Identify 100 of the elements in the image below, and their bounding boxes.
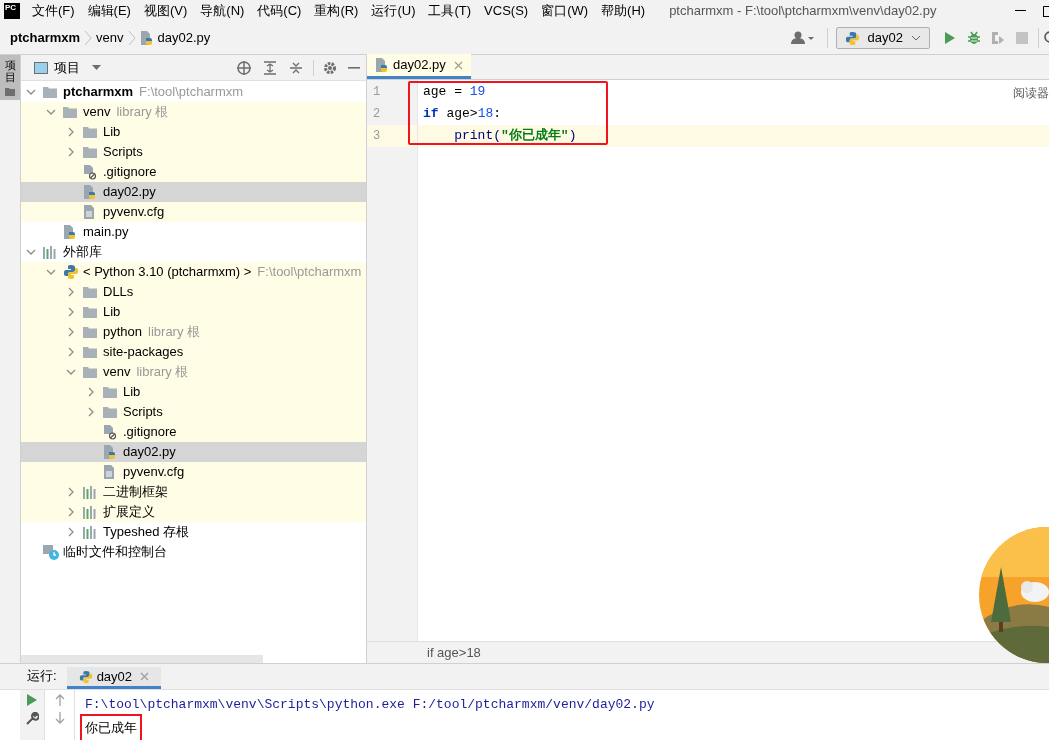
- chevron-down-icon[interactable]: [26, 87, 36, 97]
- tree-item[interactable]: .gitignore: [21, 162, 366, 182]
- menu-item[interactable]: 窗口(W): [541, 1, 589, 21]
- tree-item-label: main.py: [83, 223, 129, 242]
- menu-item[interactable]: 编辑(E): [87, 1, 131, 21]
- tree-item-label: pyvenv.cfg: [123, 463, 185, 482]
- horizontal-scrollbar[interactable]: [21, 655, 263, 663]
- app-logo: PC: [4, 3, 20, 19]
- chevron-down-icon[interactable]: [46, 107, 56, 117]
- tree-item-label: < Python 3.10 (ptcharmxm) >: [83, 263, 252, 282]
- tree-item-label: python: [103, 323, 143, 342]
- menu-item[interactable]: 文件(F): [32, 1, 75, 21]
- tree-item[interactable]: python library 根: [21, 322, 366, 342]
- tree-item[interactable]: Lib: [21, 382, 366, 402]
- chevron-right-icon[interactable]: [66, 347, 76, 357]
- arrow-up-icon[interactable]: [54, 694, 65, 706]
- text-file-icon: [83, 204, 95, 220]
- user-menu-button[interactable]: [790, 31, 815, 45]
- folder-icon: [83, 346, 97, 358]
- chevron-right-icon[interactable]: [66, 507, 76, 517]
- tree-item-label: .gitignore: [123, 423, 177, 442]
- tree-item-label: Typeshed 存根: [103, 523, 189, 542]
- line-number: 1: [373, 84, 381, 101]
- project-side-tab[interactable]: 项目: [0, 55, 20, 101]
- code-breadcrumb[interactable]: if age>18: [427, 642, 481, 663]
- minimize-icon: [1014, 10, 1026, 12]
- wrench-icon[interactable]: [25, 712, 39, 725]
- folder-icon: [5, 87, 15, 97]
- library-icon: [83, 525, 98, 539]
- tree-item[interactable]: site-packages: [21, 342, 366, 362]
- menu-item[interactable]: 导航(N): [200, 1, 245, 21]
- rerun-icon[interactable]: [27, 694, 37, 706]
- python-logo-icon: [63, 264, 79, 280]
- chevron-right-icon[interactable]: [66, 527, 76, 537]
- breadcrumb-item[interactable]: ptcharmxm: [10, 28, 81, 48]
- tree-item[interactable]: 扩展定义: [21, 502, 366, 522]
- chevron-right-icon[interactable]: [86, 387, 96, 397]
- play-icon: [944, 31, 956, 45]
- panel-title-dropdown[interactable]: 项目: [54, 57, 101, 78]
- chevron-down-icon[interactable]: [46, 267, 56, 277]
- tree-item-label: venv: [83, 103, 111, 122]
- chevron-down-icon[interactable]: [26, 247, 36, 257]
- chevron-right-icon[interactable]: [86, 407, 96, 417]
- breadcrumb-item[interactable]: venv: [96, 28, 124, 48]
- tree-item-hint: F:\tool\ptcharmxm: [139, 83, 244, 102]
- menu-item[interactable]: 帮助(H): [601, 1, 646, 21]
- tree-item-label: pyvenv.cfg: [103, 203, 165, 222]
- code-text: if age>18:: [423, 105, 502, 124]
- run-configuration-dropdown[interactable]: day02: [835, 27, 930, 49]
- tree-item[interactable]: venv library 根: [21, 362, 366, 382]
- tree-item-hint: library 根: [116, 103, 169, 122]
- tree-item[interactable]: Scripts: [21, 142, 366, 162]
- menu-item[interactable]: 运行(U): [371, 1, 416, 21]
- python-logo-icon: [844, 30, 860, 46]
- search-icon[interactable]: [1043, 31, 1049, 45]
- chevron-right-icon[interactable]: [66, 147, 76, 157]
- tree-item-label: 二进制框架: [103, 483, 168, 502]
- chevron-right-icon[interactable]: [66, 287, 76, 297]
- window-title: ptcharmxm - F:\tool\ptcharmxm\venv\day02.py: [669, 2, 937, 21]
- reader-mode-link[interactable]: 阅读器: [1013, 84, 1049, 102]
- menu-item[interactable]: 视图(V): [143, 1, 188, 21]
- tree-item[interactable]: venv library 根: [21, 102, 366, 122]
- menu-item[interactable]: 重构(R): [314, 1, 359, 21]
- tree-item-label: .gitignore: [103, 163, 157, 182]
- line-number: 2: [373, 106, 381, 123]
- chevron-right-icon[interactable]: [66, 127, 76, 137]
- tree-item[interactable]: Lib: [21, 302, 366, 322]
- tree-item[interactable]: .gitignore: [21, 422, 366, 442]
- stop-icon: [1016, 32, 1028, 44]
- tree-item[interactable]: day02.py: [21, 442, 366, 462]
- tree-item[interactable]: < Python 3.10 (ptcharmxm) > F:\tool\ptcharmxm: [21, 262, 366, 282]
- tree-item[interactable]: pyvenv.cfg: [21, 462, 366, 482]
- code-text: print("你已成年"): [453, 127, 577, 146]
- editor-tab[interactable]: day02.py: [367, 54, 471, 79]
- close-icon[interactable]: [140, 672, 150, 681]
- chevron-down-icon[interactable]: [66, 367, 76, 377]
- tree-item[interactable]: 二进制框架: [21, 482, 366, 502]
- text-file-icon: [103, 464, 115, 480]
- folder-icon: [83, 326, 97, 338]
- chevron-right-icon[interactable]: [66, 327, 76, 337]
- breadcrumb-separator-icon: [127, 30, 136, 46]
- menu-item[interactable]: 代码(C): [257, 1, 302, 21]
- chevron-down-icon: [911, 35, 921, 41]
- tree-item[interactable]: DLLs: [21, 282, 366, 302]
- python-file-icon: [375, 57, 389, 73]
- menu-item[interactable]: VCS(S): [484, 1, 529, 21]
- tree-item[interactable]: Lib: [21, 122, 366, 142]
- tree-item[interactable]: Scripts: [21, 402, 366, 422]
- tree-item-label: 临时文件和控制台: [63, 543, 167, 562]
- tree-item[interactable]: pyvenv.cfg: [21, 202, 366, 222]
- run-tab[interactable]: day02: [66, 667, 162, 689]
- chevron-right-icon[interactable]: [66, 307, 76, 317]
- tree-item[interactable]: day02.py: [21, 182, 366, 202]
- arrow-down-icon[interactable]: [54, 712, 65, 724]
- console-output-line: F:\tool\ptcharmxm\venv\Scripts\python.exe F:/tool/ptcharmxm/venv/day02.py: [85, 696, 655, 715]
- chevron-right-icon[interactable]: [66, 487, 76, 497]
- menu-item[interactable]: 工具(T): [428, 1, 472, 21]
- close-icon[interactable]: [453, 60, 463, 70]
- folder-icon: [103, 406, 117, 418]
- breadcrumb-item[interactable]: day02.py: [157, 28, 211, 48]
